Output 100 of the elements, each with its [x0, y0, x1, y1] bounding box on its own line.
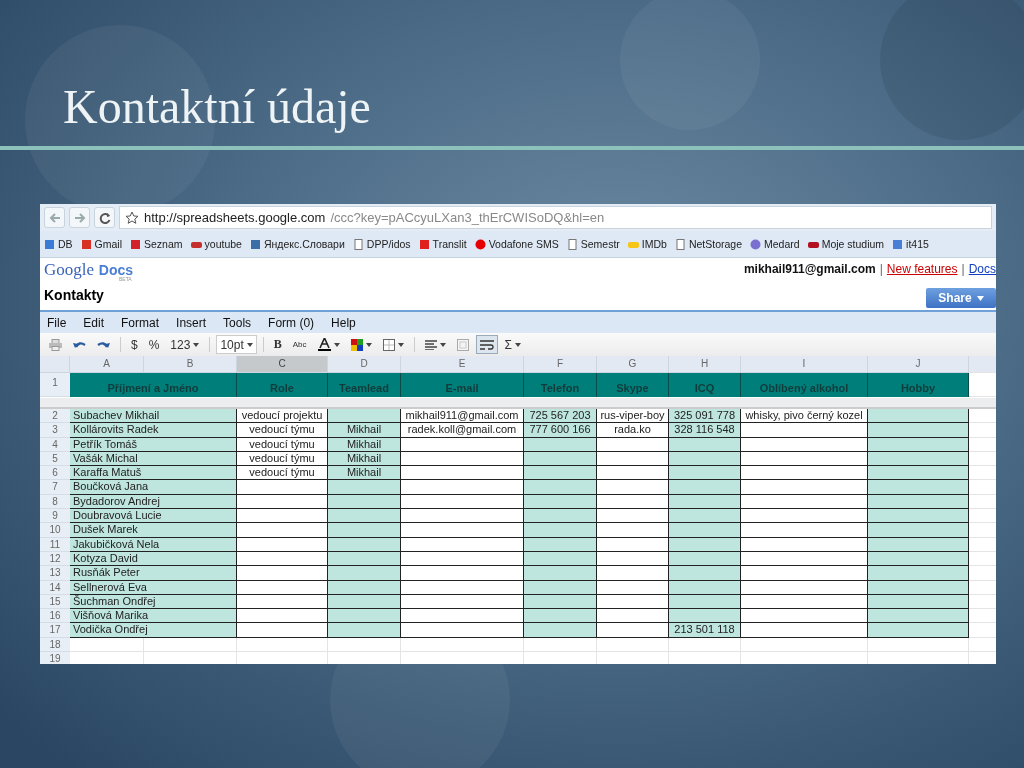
bookmark-link[interactable]: Medard: [750, 238, 800, 250]
row-header[interactable]: 9: [40, 509, 70, 524]
column-heading-cell: Hobby: [868, 373, 969, 397]
bookmark-link[interactable]: Яндекс.Словари: [249, 238, 345, 250]
column-header[interactable]: D: [328, 356, 401, 373]
site-icon: [474, 238, 486, 250]
caret-icon: [365, 342, 372, 347]
bookmark-link[interactable]: NetStorage: [674, 238, 743, 250]
site-icon: [892, 238, 904, 250]
toolbar-button[interactable]: B: [269, 335, 286, 354]
table-cell: 777 600 166: [524, 423, 597, 438]
url-field[interactable]: http://spreadsheets.google.com /ccc?key=pACcyuLXan3_thErCWISoDQ&hl=en: [119, 206, 992, 229]
toolbar-button[interactable]: 10pt: [216, 335, 257, 354]
document-title: Kontakty: [44, 287, 104, 305]
table-cell: radek.koll@gmail.com: [401, 423, 524, 438]
column-header[interactable]: J: [868, 356, 969, 373]
table-cell: 328 116 548: [669, 423, 741, 438]
row-header[interactable]: 19: [40, 652, 70, 664]
row-header[interactable]: 17: [40, 623, 70, 638]
table-cell: Višňová Marika: [70, 609, 237, 624]
menu-item[interactable]: File: [47, 315, 67, 330]
toolbar-button[interactable]: Σ: [500, 335, 525, 354]
row-header[interactable]: 10: [40, 523, 70, 538]
bookmark-link[interactable]: Seznam: [130, 238, 183, 250]
toolbar-button[interactable]: %: [144, 335, 164, 354]
column-heading-cell: ICQ: [669, 373, 741, 397]
bookmark-link[interactable]: Translit: [418, 238, 467, 250]
row-header[interactable]: 7: [40, 480, 70, 495]
bookmark-link[interactable]: Gmail: [80, 238, 122, 250]
table-cell: rus-viper-boy: [597, 409, 669, 424]
redo-icon: [97, 339, 110, 350]
star-icon: [125, 210, 139, 225]
reload-button[interactable]: [94, 207, 115, 228]
site-icon: [750, 238, 762, 250]
row-header[interactable]: 1: [40, 373, 70, 397]
column-heading-cell: E-mail: [401, 373, 524, 397]
table-cell: whisky, pivo černý kozel: [741, 409, 868, 424]
column-header[interactable]: B: [144, 356, 237, 373]
menu-item[interactable]: Insert: [176, 315, 207, 330]
menu-item[interactable]: Edit: [83, 315, 105, 330]
bookmark-link[interactable]: youtube: [190, 238, 242, 250]
header-link[interactable]: New features: [886, 262, 958, 276]
column-header[interactable]: H: [669, 356, 741, 373]
table-cell: Boučková Jana: [70, 480, 237, 495]
reload-icon: [98, 211, 111, 224]
column-heading-cell: Skype: [597, 373, 669, 397]
site-icon: [44, 238, 55, 250]
bookmark-link[interactable]: it415: [892, 238, 929, 250]
page-icon: [352, 238, 364, 250]
link-separator: |: [961, 262, 965, 276]
menu-item[interactable]: Form (0): [268, 315, 315, 330]
column-heading-cell: Příjmení a Jméno: [70, 373, 237, 397]
color-grid-icon: [350, 338, 363, 351]
wrap-text-icon: [479, 339, 494, 350]
menu-item[interactable]: Tools: [223, 315, 252, 330]
table-cell: Kollárovits Radek: [70, 423, 237, 438]
site-icon: [130, 238, 141, 250]
slide-title: Kontaktní údaje: [62, 79, 372, 135]
column-heading-cell: Telefon: [524, 373, 597, 397]
column-header[interactable]: C: [237, 356, 328, 373]
caret-icon: [397, 342, 404, 347]
table-cell: Mikhail: [328, 423, 401, 438]
toolbar-button[interactable]: 123: [166, 335, 204, 354]
bookmark-link[interactable]: DPP/idos: [352, 238, 411, 250]
table-cell: Dušek Marek: [70, 523, 237, 538]
header-link[interactable]: Docs: [968, 262, 996, 276]
caret-icon: [333, 342, 340, 347]
bookmark-link[interactable]: Semestr: [566, 238, 620, 250]
site-icon: [418, 238, 430, 250]
column-header[interactable]: F: [524, 356, 597, 373]
column-header[interactable]: E: [401, 356, 524, 373]
column-header[interactable]: G: [597, 356, 669, 373]
site-icon: [80, 238, 92, 250]
bookmark-link[interactable]: Moje studium: [807, 238, 885, 250]
page-icon: [566, 238, 578, 250]
bookmark-link[interactable]: DB: [44, 238, 73, 250]
toolbar-button[interactable]: Abc: [288, 335, 311, 354]
table-cell: Karaffa Matuš: [70, 466, 237, 481]
account-email: mikhail911@gmail.com: [743, 262, 876, 276]
bookmark-link[interactable]: Vodafone SMS: [474, 238, 559, 250]
table-cell: 325 091 778: [669, 409, 741, 424]
menu-item[interactable]: Format: [121, 315, 160, 330]
toolbar-button[interactable]: $: [127, 335, 142, 354]
column-header[interactable]: I: [741, 356, 868, 373]
column-header[interactable]: A: [70, 356, 144, 373]
row-header[interactable]: 2: [40, 409, 70, 424]
table-cell: Mikhail: [328, 466, 401, 481]
row-header[interactable]: 3: [40, 423, 70, 438]
row-header[interactable]: 16: [40, 609, 70, 624]
bookmark-link[interactable]: IMDb: [627, 238, 667, 250]
share-button[interactable]: Share: [926, 288, 996, 308]
menu-item[interactable]: Help: [331, 315, 356, 330]
undo-icon: [73, 339, 86, 350]
align-icon: [424, 339, 437, 350]
row-header[interactable]: 13: [40, 566, 70, 581]
row-header[interactable]: 6: [40, 466, 70, 481]
text-color-icon: [317, 338, 331, 351]
column-heading-cell: Teamlead: [328, 373, 401, 397]
table-cell: 213 501 118: [669, 623, 741, 638]
table-cell: vedoucí projektu: [237, 409, 328, 424]
